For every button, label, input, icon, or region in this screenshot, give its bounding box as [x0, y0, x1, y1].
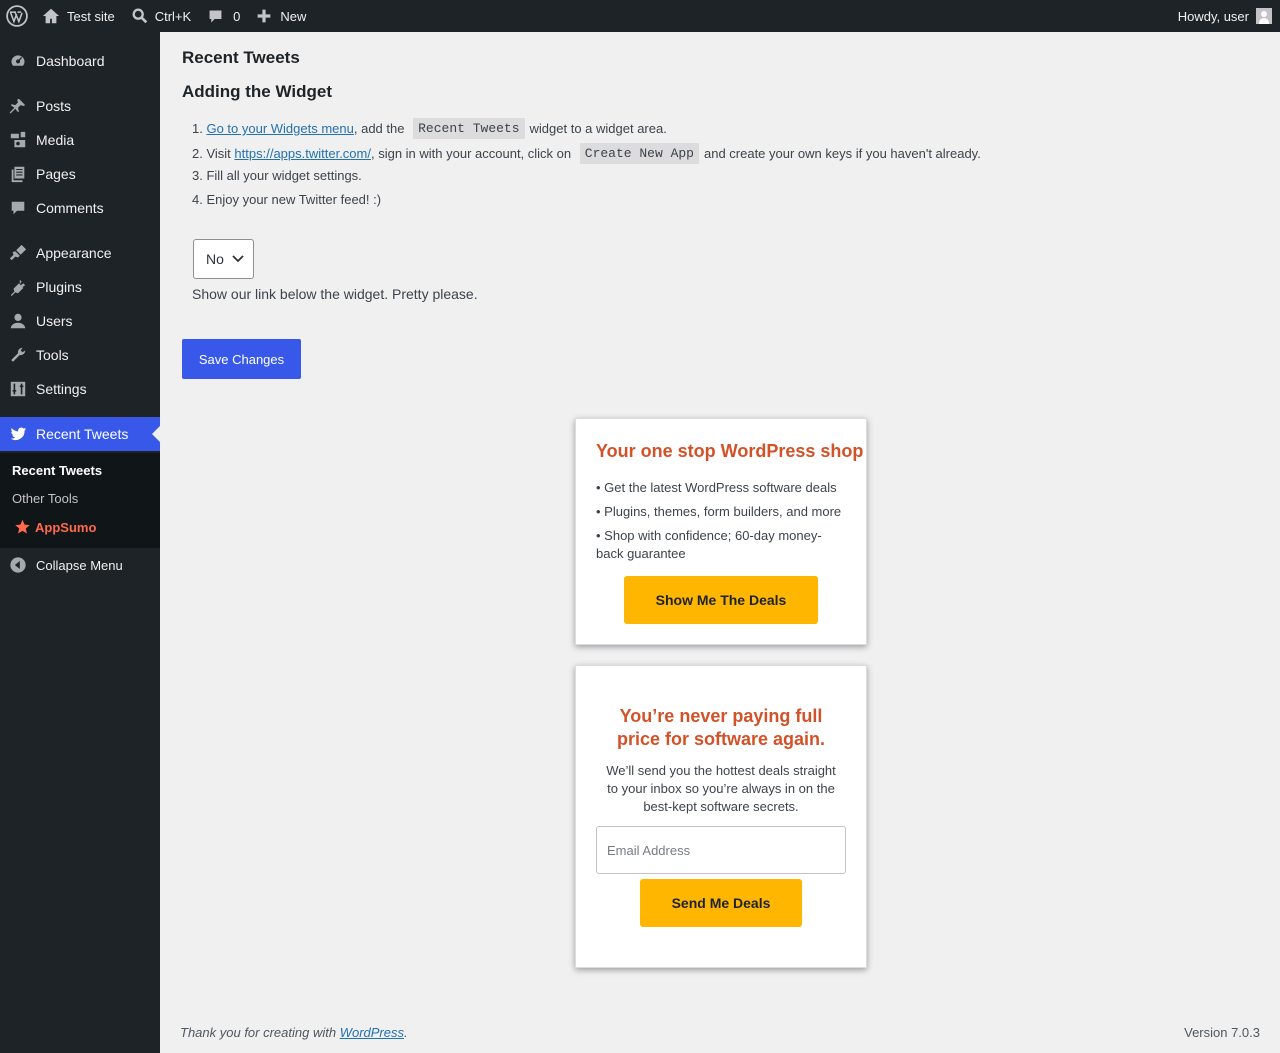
dashboard-icon — [0, 52, 36, 70]
collapse-icon — [0, 556, 36, 574]
sidebar-item-plugins[interactable]: Plugins — [0, 270, 160, 304]
search-shortcut: Ctrl+K — [154, 8, 192, 24]
avatar — [1256, 8, 1272, 24]
sidebar-item-label: Tools — [36, 347, 69, 363]
wordpress-logo-icon[interactable] — [0, 0, 34, 32]
sidebar-item-label: Comments — [36, 200, 104, 216]
wordpress-link[interactable]: WordPress — [340, 1025, 404, 1040]
list-item: 1. Go to your Widgets menu, add the Rece… — [192, 118, 667, 139]
sidebar-item-label: Users — [36, 313, 73, 329]
promo-title: Your one stop WordPress shop — [596, 441, 864, 461]
sidebar-item-label: Appearance — [36, 245, 112, 261]
sidebar-item-tools[interactable]: Tools — [0, 338, 160, 372]
create-app-code: Create New App — [579, 143, 699, 164]
sidebar-item-label: Posts — [36, 98, 72, 114]
promo-bullet: • Shop with confidence; 60-day money-bac… — [596, 528, 822, 561]
collapse-label: Collapse Menu — [36, 557, 123, 573]
comments-count: 0 — [233, 8, 241, 24]
brush-icon — [0, 244, 36, 262]
promo-bullet: • Get the latest WordPress software deal… — [596, 480, 837, 495]
sidebar-item-label: Pages — [36, 166, 76, 182]
sidebar-item-label: Recent Tweets — [36, 426, 129, 442]
twitter-icon — [0, 425, 36, 443]
submenu-item-other-tools[interactable]: Other Tools — [12, 491, 78, 506]
sidebar-item-label: Dashboard — [36, 53, 105, 69]
user-icon — [0, 312, 36, 330]
chevron-down-icon — [232, 255, 244, 263]
sidebar-item-label: Settings — [36, 381, 87, 397]
list-item: 4. Enjoy your new Twitter feed! :) — [192, 192, 382, 207]
sidebar-item-label: Media — [36, 132, 75, 148]
footer-version: Version 7.0.3 — [1184, 1025, 1260, 1040]
search-icon — [132, 8, 147, 24]
pin-icon — [0, 97, 36, 115]
recent-tweets-submenu: Recent Tweets Other Tools AppSumo — [0, 453, 160, 548]
home-icon — [42, 8, 60, 24]
collapse-menu-button[interactable]: Collapse Menu — [0, 552, 160, 578]
submenu-item-recent-tweets[interactable]: Recent Tweets — [12, 463, 102, 478]
show-deals-button[interactable]: Show Me The Deals — [624, 576, 818, 624]
promo-title: You’re never paying full price for softw… — [616, 706, 826, 749]
footer-thanks: Thank you for creating with WordPress. — [180, 1025, 408, 1040]
plus-icon — [258, 9, 271, 23]
sidebar-item-posts[interactable]: Posts — [0, 89, 160, 123]
media-icon — [0, 131, 36, 149]
command-search[interactable]: Ctrl+K — [123, 0, 199, 32]
widget-name-code: Recent Tweets — [413, 118, 525, 139]
appsumo-shop-promo: Your one stop WordPress shop • Get the l… — [575, 418, 867, 645]
site-name: Test site — [67, 8, 115, 24]
list-item: 2. Visit https://apps.twitter.com/, sign… — [192, 143, 981, 164]
sidebar-item-media[interactable]: Media — [0, 123, 160, 157]
sidebar-item-settings[interactable]: Settings — [0, 372, 160, 406]
sidebar-item-users[interactable]: Users — [0, 304, 160, 338]
star-icon — [15, 519, 30, 534]
send-deals-button[interactable]: Send Me Deals — [640, 879, 802, 927]
email-field[interactable] — [596, 826, 846, 874]
new-label: New — [280, 8, 307, 24]
sidebar-item-recent-tweets[interactable]: Recent Tweets — [0, 417, 160, 451]
site-name-link[interactable]: Test site — [34, 0, 123, 32]
twitter-apps-link[interactable]: https://apps.twitter.com/ — [234, 146, 371, 161]
section-title: Adding the Widget — [182, 82, 332, 101]
sidebar-item-pages[interactable]: Pages — [0, 157, 160, 191]
comment-icon — [0, 199, 36, 217]
sidebar-item-comments[interactable]: Comments — [0, 191, 160, 225]
widgets-menu-link[interactable]: Go to your Widgets menu — [206, 121, 353, 136]
show-link-select[interactable]: No — [193, 239, 254, 279]
howdy-text: Howdy, user — [1177, 8, 1249, 24]
admin-bar: Test site Ctrl+K 0 New Howdy, user — [0, 0, 1280, 32]
sidebar-item-label: Plugins — [36, 279, 82, 295]
promo-text: We’ll send you the hottest deals straigh… — [606, 763, 836, 814]
comment-icon — [209, 10, 222, 22]
comments-link[interactable]: 0 — [199, 0, 248, 32]
submenu-item-label: AppSumo — [35, 519, 97, 535]
show-link-description: Show our link below the widget. Pretty p… — [192, 286, 478, 302]
sidebar-item-dashboard[interactable]: Dashboard — [0, 44, 160, 78]
page-title: Recent Tweets — [182, 48, 300, 67]
sidebar-item-appearance[interactable]: Appearance — [0, 236, 160, 270]
user-account-menu[interactable]: Howdy, user — [1170, 0, 1280, 32]
new-content-link[interactable]: New — [248, 0, 314, 32]
pages-icon — [0, 165, 36, 183]
select-value: No — [206, 251, 224, 267]
plug-icon — [0, 278, 36, 296]
wrench-icon — [0, 346, 36, 364]
save-changes-button[interactable]: Save Changes — [182, 339, 301, 379]
list-item: 3. Fill all your widget settings. — [192, 168, 362, 183]
sliders-icon — [0, 380, 36, 398]
submenu-item-appsumo[interactable]: AppSumo — [14, 519, 96, 535]
promo-bullet: • Plugins, themes, form builders, and mo… — [596, 504, 842, 519]
admin-menu: Dashboard Posts Media Pages Comments App… — [0, 32, 160, 1053]
newsletter-promo: You’re never paying full price for softw… — [575, 665, 867, 968]
